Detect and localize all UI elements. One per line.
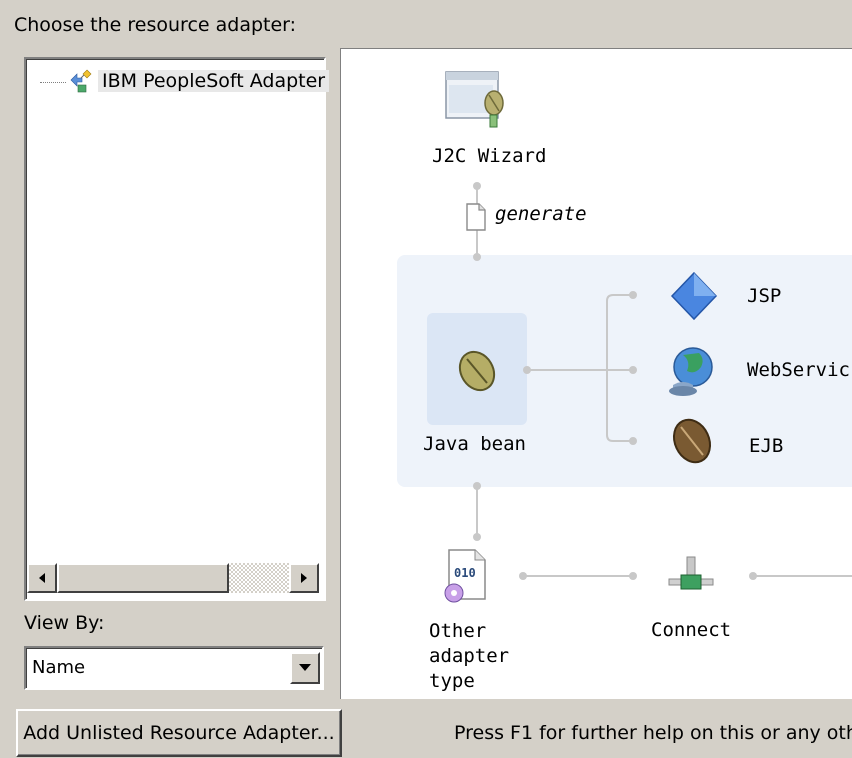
generate-label: generate (495, 203, 587, 225)
view-by-label: View By: (24, 612, 105, 634)
ejb-bean-icon (673, 418, 711, 464)
connect-label: Connect (651, 619, 732, 641)
webservice-label: WebServic (747, 359, 850, 381)
ejb-label: EJB (749, 435, 784, 457)
j2c-wizard-label: J2C Wizard (432, 145, 547, 167)
other-adapter-line-2: adapter (429, 645, 510, 667)
jsp-diamond-icon (670, 271, 718, 321)
other-adapter-line-3: type (429, 670, 475, 692)
other-adapter-line-1: Other (429, 620, 487, 642)
resource-adapter-icon (70, 69, 92, 93)
arrow-right-icon (301, 573, 307, 583)
scroll-right-button[interactable] (289, 563, 319, 593)
scroll-left-button[interactable] (27, 563, 57, 593)
document-icon (466, 203, 486, 231)
add-unlisted-adapter-button[interactable]: Add Unlisted Resource Adapter... (16, 709, 342, 757)
adapter-tree[interactable]: IBM PeopleSoft Adapter (24, 57, 330, 601)
svg-text:010: 010 (454, 566, 476, 580)
web-service-globe-icon (669, 347, 713, 396)
choose-adapter-label: Choose the resource adapter: (14, 14, 297, 36)
view-by-value: Name (32, 657, 86, 678)
java-bean-icon (458, 350, 496, 392)
scroll-thumb[interactable] (57, 563, 229, 593)
jsp-label: JSP (747, 285, 782, 307)
binary-file-icon: 010 (444, 549, 486, 603)
view-by-select[interactable]: Name (24, 646, 324, 690)
connector-plug-icon (668, 556, 714, 590)
tree-horizontal-scrollbar[interactable] (27, 563, 319, 593)
arrow-left-icon (39, 573, 45, 583)
scroll-track[interactable] (57, 563, 289, 593)
tree-connector-line (40, 81, 66, 83)
tree-item-peoplesoft-adapter[interactable]: IBM PeopleSoft Adapter (40, 66, 330, 96)
tree-item-label: IBM PeopleSoft Adapter (98, 70, 330, 92)
help-hint-text: Press F1 for further help on this or any… (454, 722, 852, 744)
j2c-wizard-icon (445, 71, 504, 128)
java-bean-label: Java bean (423, 433, 526, 455)
view-by-dropdown-button[interactable] (290, 652, 320, 684)
workflow-diagram: J2C Wizard generate Java bean JSP WebSer… (340, 48, 852, 699)
chevron-down-icon (299, 664, 311, 671)
other-adapter-type-label: Other adapter type (429, 619, 509, 694)
